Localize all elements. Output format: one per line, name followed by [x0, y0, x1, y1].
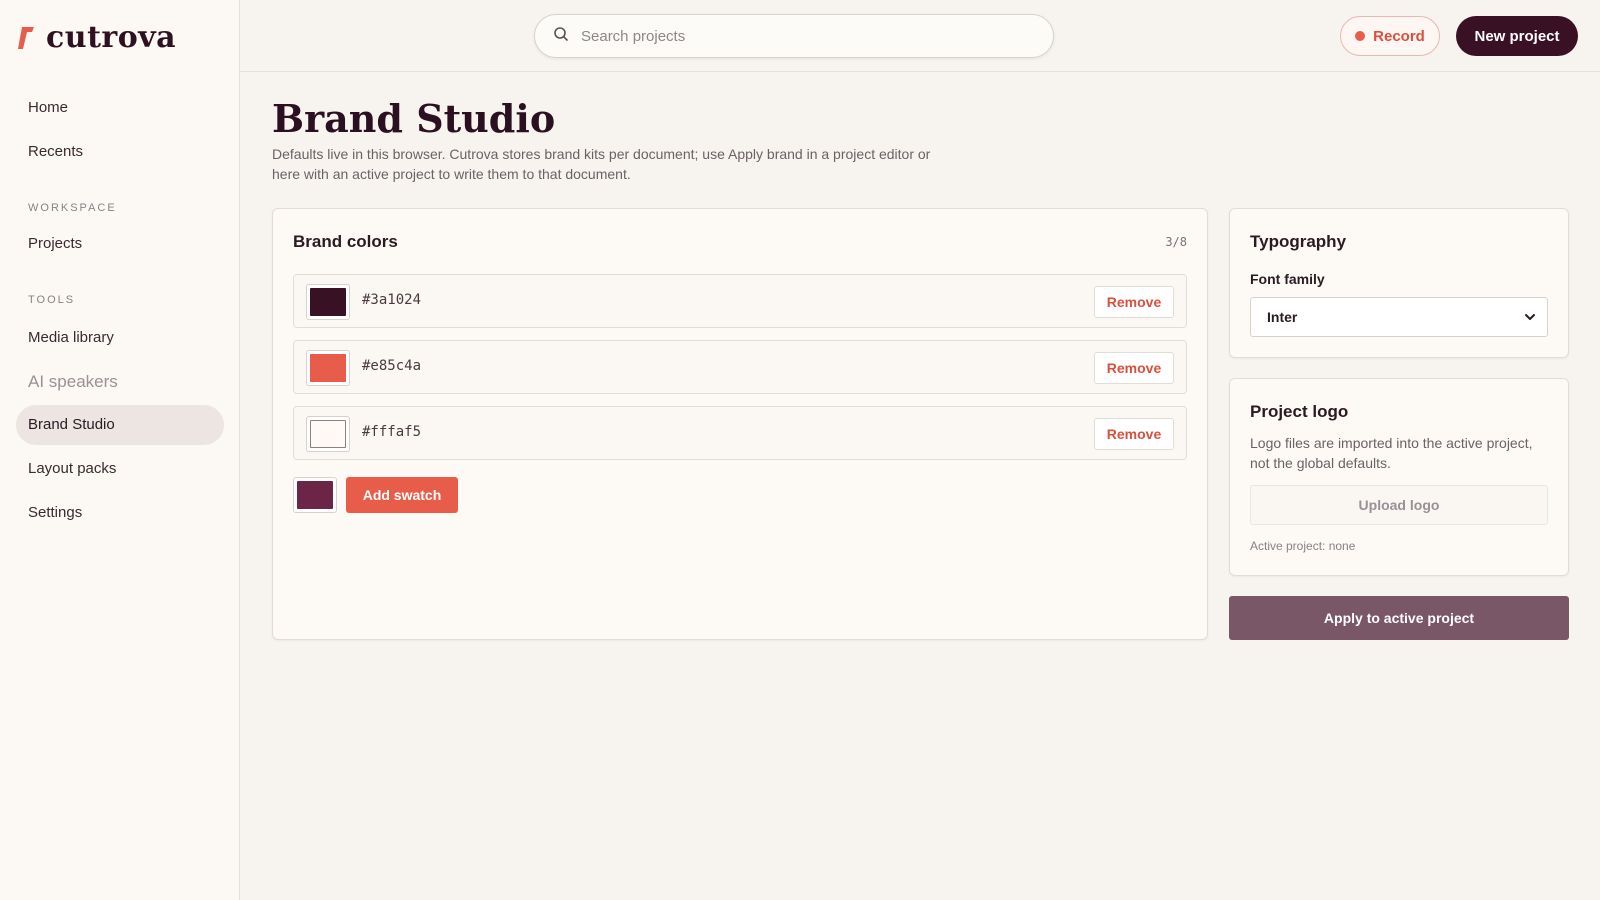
new-swatch-color — [297, 481, 333, 509]
app-name: cutrova — [46, 20, 177, 55]
sidebar-item-layout-packs[interactable]: Layout packs — [16, 449, 224, 489]
swatch-row: #e85c4a Remove — [293, 340, 1187, 394]
sidebar-item-settings[interactable]: Settings — [16, 493, 224, 533]
swatch-hex: #3a1024 — [362, 292, 422, 308]
sidebar-item-media-library[interactable]: Media library — [16, 318, 224, 358]
search-icon — [553, 26, 569, 47]
page-title: Brand Studio — [272, 96, 556, 141]
app-logo[interactable]: cutrova — [18, 20, 176, 55]
search-input[interactable] — [581, 27, 1021, 45]
sidebar-item-ai-speakers[interactable]: AI speakers — [16, 362, 224, 402]
font-family-label: Font family — [1250, 271, 1325, 287]
typography-card: Typography Font family Inter — [1229, 208, 1569, 358]
add-swatch-button[interactable]: Add swatch — [346, 477, 458, 513]
search-bar[interactable] — [534, 14, 1054, 58]
font-family-select[interactable]: Inter — [1250, 297, 1548, 337]
typography-title: Typography — [1250, 232, 1347, 251]
swatch-row: #3a1024 Remove — [293, 274, 1187, 328]
color-picker[interactable] — [306, 416, 350, 452]
chevron-down-icon — [1523, 310, 1537, 327]
new-swatch-color-picker[interactable] — [293, 477, 337, 513]
brand-colors-card: Brand colors 3/8 #3a1024 Remove #e85c4a … — [272, 208, 1208, 640]
topbar: Record New project — [240, 0, 1600, 72]
remove-swatch-button[interactable]: Remove — [1094, 286, 1174, 318]
apply-to-active-project-button[interactable]: Apply to active project — [1229, 596, 1569, 640]
sidebar-item-projects[interactable]: Projects — [16, 224, 224, 264]
project-logo-description: Logo files are imported into the active … — [1250, 435, 1533, 471]
record-label: Record — [1373, 27, 1425, 45]
swatch-counter: 3/8 — [1165, 235, 1187, 249]
page-description: Defaults live in this browser. Cutrova s… — [272, 146, 931, 182]
record-button[interactable]: Record — [1340, 16, 1440, 56]
sidebar-item-home[interactable]: Home — [16, 88, 224, 128]
swatch-color — [310, 288, 346, 316]
project-logo-card: Project logo Logo files are imported int… — [1229, 378, 1569, 576]
project-logo-title: Project logo — [1250, 402, 1349, 421]
sidebar-item-brand-studio[interactable]: Brand Studio — [16, 405, 224, 445]
active-project-status: Active project: none — [1250, 539, 1356, 553]
brand-colors-title: Brand colors — [293, 232, 398, 251]
font-family-value: Inter — [1267, 309, 1298, 325]
color-picker[interactable] — [306, 350, 350, 386]
swatch-row: #fffaf5 Remove — [293, 406, 1187, 460]
swatch-color — [310, 354, 346, 382]
swatch-hex: #e85c4a — [362, 358, 422, 374]
upload-logo-button[interactable]: Upload logo — [1250, 485, 1548, 525]
sidebar-section-tools: TOOLS — [28, 294, 76, 306]
remove-swatch-button[interactable]: Remove — [1094, 418, 1174, 450]
cutrova-logo-icon — [18, 25, 36, 51]
sidebar: cutrova Home Recents WORKSPACE Projects … — [0, 0, 240, 900]
sidebar-item-recents[interactable]: Recents — [16, 132, 224, 172]
remove-swatch-button[interactable]: Remove — [1094, 352, 1174, 384]
swatch-hex: #fffaf5 — [362, 424, 422, 440]
new-project-button[interactable]: New project — [1456, 16, 1578, 56]
sidebar-section-workspace: WORKSPACE — [28, 202, 117, 214]
record-dot-icon — [1355, 31, 1366, 41]
color-picker[interactable] — [306, 284, 350, 320]
swatch-color — [310, 420, 346, 448]
